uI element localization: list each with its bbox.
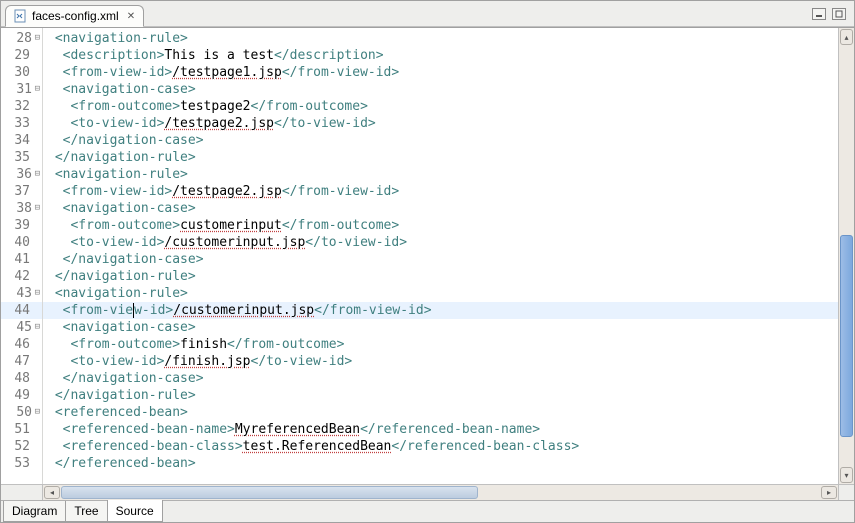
line-number[interactable]: 44 — [1, 302, 42, 319]
code-line[interactable]: <navigation-rule> — [43, 166, 838, 183]
line-number[interactable]: 36⊟ — [1, 166, 42, 183]
code-line[interactable]: <navigation-case> — [43, 319, 838, 336]
line-number[interactable]: 29 — [1, 47, 42, 64]
line-number[interactable]: 46 — [1, 336, 42, 353]
code-line[interactable]: </navigation-case> — [43, 251, 838, 268]
view-tab-tree[interactable]: Tree — [65, 501, 107, 522]
editor-titlebar: faces-config.xml ✕ — [1, 1, 854, 27]
fold-toggle-icon[interactable]: ⊟ — [32, 30, 40, 47]
line-number[interactable]: 41 — [1, 251, 42, 268]
line-number[interactable]: 49 — [1, 387, 42, 404]
maximize-button[interactable] — [832, 8, 846, 20]
line-number[interactable]: 37 — [1, 183, 42, 200]
v-scroll-track[interactable] — [839, 46, 854, 466]
line-number[interactable]: 34 — [1, 132, 42, 149]
line-number-gutter[interactable]: 28⊟293031⊟3233343536⊟3738⊟3940414243⊟444… — [1, 28, 43, 484]
line-number[interactable]: 43⊟ — [1, 285, 42, 302]
view-tab-diagram[interactable]: Diagram — [3, 501, 66, 522]
code-line[interactable]: <description>This is a test</description… — [43, 47, 838, 64]
code-line[interactable]: <navigation-case> — [43, 81, 838, 98]
line-number[interactable]: 42 — [1, 268, 42, 285]
code-editor[interactable]: <navigation-rule> <description>This is a… — [43, 28, 838, 484]
code-line[interactable]: </navigation-rule> — [43, 268, 838, 285]
code-line[interactable]: <to-view-id>/customerinput.jsp</to-view-… — [43, 234, 838, 251]
fold-toggle-icon[interactable]: ⊟ — [32, 200, 40, 217]
fold-toggle-icon[interactable]: ⊟ — [32, 404, 40, 421]
scroll-left-button[interactable]: ◂ — [44, 486, 60, 499]
view-tab-source[interactable]: Source — [107, 500, 163, 522]
code-line[interactable]: <from-outcome>customerinput</from-outcom… — [43, 217, 838, 234]
code-line[interactable]: <to-view-id>/testpage2.jsp</to-view-id> — [43, 115, 838, 132]
line-number[interactable]: 30 — [1, 64, 42, 81]
line-number[interactable]: 31⊟ — [1, 81, 42, 98]
line-number[interactable]: 47 — [1, 353, 42, 370]
scroll-down-button[interactable]: ▾ — [840, 467, 853, 483]
h-scroll-thumb[interactable] — [61, 486, 478, 499]
code-line[interactable]: </referenced-bean> — [43, 455, 838, 472]
line-number[interactable]: 40 — [1, 234, 42, 251]
code-line[interactable]: <from-outcome>finish</from-outcome> — [43, 336, 838, 353]
fold-toggle-icon[interactable]: ⊟ — [32, 285, 40, 302]
line-number[interactable]: 35 — [1, 149, 42, 166]
line-number[interactable]: 28⊟ — [1, 30, 42, 47]
line-number[interactable]: 53 — [1, 455, 42, 472]
code-line[interactable]: </navigation-case> — [43, 370, 838, 387]
code-line[interactable]: </navigation-rule> — [43, 149, 838, 166]
line-number[interactable]: 33 — [1, 115, 42, 132]
code-line[interactable]: <referenced-bean-name>MyreferencedBean</… — [43, 421, 838, 438]
line-number[interactable]: 39 — [1, 217, 42, 234]
line-number[interactable]: 48 — [1, 370, 42, 387]
line-number[interactable]: 51 — [1, 421, 42, 438]
code-line[interactable]: <to-view-id>/finish.jsp</to-view-id> — [43, 353, 838, 370]
window-controls — [812, 8, 854, 20]
horizontal-scrollbar[interactable]: ◂ ▸ — [1, 484, 854, 500]
tab-title: faces-config.xml — [32, 9, 119, 23]
code-line[interactable]: <from-view-id>/testpage1.jsp</from-view-… — [43, 64, 838, 81]
scroll-right-button[interactable]: ▸ — [821, 486, 837, 499]
code-line[interactable]: <navigation-rule> — [43, 30, 838, 47]
scroll-corner — [838, 485, 854, 500]
close-icon[interactable]: ✕ — [127, 11, 135, 22]
vertical-scrollbar[interactable]: ▴ ▾ — [838, 28, 854, 484]
h-scroll-track[interactable] — [61, 485, 820, 500]
code-line[interactable]: <referenced-bean> — [43, 404, 838, 421]
minimize-button[interactable] — [812, 8, 826, 20]
code-line[interactable]: <from-outcome>testpage2</from-outcome> — [43, 98, 838, 115]
tab-strip: faces-config.xml ✕ — [1, 1, 144, 26]
v-scroll-thumb[interactable] — [840, 235, 853, 437]
code-line[interactable]: </navigation-case> — [43, 132, 838, 149]
line-number[interactable]: 50⊟ — [1, 404, 42, 421]
scroll-up-button[interactable]: ▴ — [840, 29, 853, 45]
bottom-tab-strip: DiagramTreeSource — [1, 500, 854, 522]
code-line[interactable]: <navigation-rule> — [43, 285, 838, 302]
editor-tab[interactable]: faces-config.xml ✕ — [5, 5, 144, 27]
fold-toggle-icon[interactable]: ⊟ — [32, 81, 40, 98]
line-number[interactable]: 32 — [1, 98, 42, 115]
code-line[interactable]: <from-view-id>/testpage2.jsp</from-view-… — [43, 183, 838, 200]
code-line[interactable]: <from-view-id>/customerinput.jsp</from-v… — [43, 302, 838, 319]
line-number[interactable]: 52 — [1, 438, 42, 455]
fold-toggle-icon[interactable]: ⊟ — [32, 166, 40, 183]
line-number[interactable]: 38⊟ — [1, 200, 42, 217]
line-number[interactable]: 45⊟ — [1, 319, 42, 336]
code-line[interactable]: </navigation-rule> — [43, 387, 838, 404]
h-scroll-spacer — [1, 485, 43, 500]
code-line[interactable]: <referenced-bean-class>test.ReferencedBe… — [43, 438, 838, 455]
fold-toggle-icon[interactable]: ⊟ — [32, 319, 40, 336]
code-line[interactable]: <navigation-case> — [43, 200, 838, 217]
xml-file-icon — [14, 9, 28, 23]
editor-area: 28⊟293031⊟3233343536⊟3738⊟3940414243⊟444… — [1, 27, 854, 484]
